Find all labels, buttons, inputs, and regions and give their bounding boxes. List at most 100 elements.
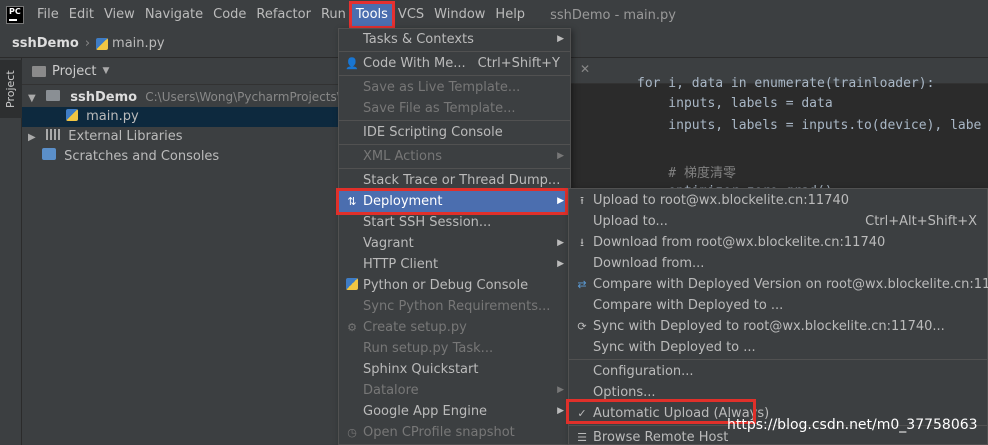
menu-item-label: Save File as Template... [363, 101, 516, 116]
shortcut-label: Ctrl+Alt+Shift+X [865, 214, 977, 229]
tree-root[interactable]: ▼ sshDemo C:\Users\Wong\PycharmProjects\… [22, 87, 361, 109]
tool-window-strip: Project [0, 58, 22, 445]
menu-item-google-app-engine[interactable]: Google App Engine ▶ [339, 401, 570, 422]
code-line-5: # 梯度清零 [637, 166, 736, 181]
compare-icon: ⇄ [577, 278, 587, 291]
menu-item-create-setup[interactable]: ⚙ Create setup.py [339, 317, 570, 338]
menu-separator [339, 144, 570, 145]
menu-item-label: Deployment [363, 194, 443, 209]
code-line-3: inputs, labels = inputs.to(device), labe [637, 118, 982, 133]
sync-icon: ⟳ [577, 320, 587, 333]
menu-item-save-file-template[interactable]: Save File as Template... [339, 98, 570, 119]
project-view-selector[interactable]: Project [52, 64, 96, 79]
menu-item-http-client[interactable]: HTTP Client ▶ [339, 254, 570, 275]
checkmark-icon: ✓ [577, 407, 587, 420]
menu-item-label: IDE Scripting Console [363, 125, 503, 140]
submenu-arrow-icon: ▶ [557, 259, 564, 269]
tree-item-scratches[interactable]: Scratches and Consoles [22, 147, 340, 167]
menu-vcs[interactable]: VCS [393, 0, 429, 30]
menu-item-run-setup-task[interactable]: Run setup.py Task... [339, 338, 570, 359]
menu-item-save-live-template[interactable]: Save as Live Template... [339, 77, 570, 98]
folder-icon [32, 65, 46, 77]
menu-item-upload-to-server[interactable]: ⭱ Upload to root@wx.blockelite.cn:11740 [569, 190, 987, 211]
tree-item-label: External Libraries [68, 129, 183, 144]
menu-item-label: Google App Engine [363, 404, 488, 419]
menu-item-sync-requirements[interactable]: Sync Python Requirements... [339, 296, 570, 317]
menu-separator [339, 51, 570, 52]
library-icon [46, 129, 61, 140]
menu-item-configuration[interactable]: Configuration... [569, 361, 987, 382]
tree-item-external-libraries[interactable]: ▶ External Libraries [22, 127, 340, 147]
submenu-arrow-icon: ▶ [557, 34, 564, 44]
submenu-arrow-icon: ▶ [557, 151, 564, 161]
menu-code[interactable]: Code [208, 0, 251, 30]
menu-tools[interactable]: Tools [348, 1, 395, 29]
menu-item-stack-trace[interactable]: Stack Trace or Thread Dump... [339, 170, 570, 191]
menu-item-label: Download from... [593, 256, 705, 271]
menu-item-download-from-server[interactable]: ⭳ Download from root@wx.blockelite.cn:11… [569, 232, 987, 253]
shortcut-label: Ctrl+Shift+Y [477, 56, 560, 71]
menu-item-vagrant[interactable]: Vagrant ▶ [339, 233, 570, 254]
gear-icon: ⚙ [347, 321, 357, 334]
scratches-icon [42, 148, 56, 160]
submenu-arrow-icon: ▶ [557, 238, 564, 248]
menu-item-label: XML Actions [363, 149, 442, 164]
chevron-down-icon[interactable]: ▼ [102, 66, 109, 76]
menu-separator [569, 359, 987, 360]
menu-item-compare-deployed-to[interactable]: Compare with Deployed to ... [569, 295, 987, 316]
menu-separator [339, 75, 570, 76]
breadcrumb-file[interactable]: main.py [112, 36, 165, 51]
menu-item-python-console[interactable]: Python or Debug Console [339, 275, 570, 296]
menu-item-label: Run setup.py Task... [363, 341, 494, 356]
menu-item-upload-to[interactable]: Upload to... Ctrl+Alt+Shift+X [569, 211, 987, 232]
tab-project[interactable]: Project [0, 60, 22, 118]
download-icon: ⭳ [580, 236, 584, 249]
code-line-2: inputs, labels = data [637, 96, 833, 111]
menu-item-ide-scripting-console[interactable]: IDE Scripting Console [339, 122, 570, 143]
watermark: https://blog.csdn.net/m0_37758063 [727, 417, 978, 433]
tree-item-main-py[interactable]: main.py [22, 107, 340, 127]
python-icon [345, 275, 359, 296]
menu-item-compare-deployed-server[interactable]: ⇄ Compare with Deployed Version on root@… [569, 274, 988, 295]
python-file-icon [66, 109, 78, 121]
menu-item-label: Sphinx Quickstart [363, 362, 479, 377]
menu-window[interactable]: Window [429, 0, 490, 30]
menu-help[interactable]: Help [490, 0, 530, 30]
menu-item-deployment[interactable]: ⇅ Deployment ▶ [339, 191, 570, 212]
project-root-path: C:\Users\Wong\PycharmProjects\ssh [145, 90, 361, 104]
menu-view[interactable]: View [99, 0, 140, 30]
menu-item-sync-deployed-server[interactable]: ⟳ Sync with Deployed to root@wx.blockeli… [569, 316, 987, 337]
menu-item-open-cprofile[interactable]: ◷ Open CProfile snapshot [339, 422, 570, 443]
menu-item-xml-actions[interactable]: XML Actions ▶ [339, 146, 570, 167]
close-icon[interactable]: ✕ [580, 62, 590, 76]
breadcrumb-project[interactable]: sshDemo [12, 36, 79, 51]
menu-item-start-ssh[interactable]: Start SSH Session... [339, 212, 570, 233]
menu-item-datalore[interactable]: Datalore ▶ [339, 380, 570, 401]
tree-item-label: Scratches and Consoles [64, 149, 220, 164]
menu-edit[interactable]: Edit [64, 0, 99, 30]
expand-arrow-icon[interactable]: ▶ [28, 128, 42, 148]
submenu-arrow-icon: ▶ [557, 406, 564, 416]
menu-separator [339, 168, 570, 169]
menu-item-sphinx-quickstart[interactable]: Sphinx Quickstart [339, 359, 570, 380]
menu-item-label: Download from root@wx.blockelite.cn:1174… [593, 235, 886, 250]
menu-item-label: Sync Python Requirements... [363, 299, 551, 314]
menu-item-sync-deployed-to[interactable]: Sync with Deployed to ... [569, 337, 987, 358]
menu-item-label: Upload to root@wx.blockelite.cn:11740 [593, 193, 849, 208]
project-panel: Project ▼ ▼ sshDemo C:\Users\Wong\Pychar… [22, 58, 361, 445]
menu-item-code-with-me[interactable]: 👤 Code With Me... Ctrl+Shift+Y [339, 53, 570, 74]
menu-navigate[interactable]: Navigate [140, 0, 208, 30]
submenu-arrow-icon: ▶ [557, 385, 564, 395]
menu-file[interactable]: File [32, 0, 64, 30]
expand-arrow-icon[interactable]: ▼ [28, 89, 42, 109]
menu-refactor[interactable]: Refactor [251, 0, 316, 30]
project-panel-header[interactable]: Project ▼ [22, 58, 340, 85]
menu-item-label: Sync with Deployed to root@wx.blockelite… [593, 319, 945, 334]
python-file-icon [96, 37, 109, 50]
menu-item-label: Save as Live Template... [363, 80, 521, 95]
menu-item-tasks-contexts[interactable]: Tasks & Contexts ▶ [339, 29, 570, 50]
menu-run[interactable]: Run [316, 0, 351, 30]
deployment-submenu: ⭱ Upload to root@wx.blockelite.cn:11740 … [568, 188, 988, 445]
menu-item-download-from[interactable]: Download from... [569, 253, 987, 274]
menu-item-options[interactable]: Options... [569, 382, 987, 403]
